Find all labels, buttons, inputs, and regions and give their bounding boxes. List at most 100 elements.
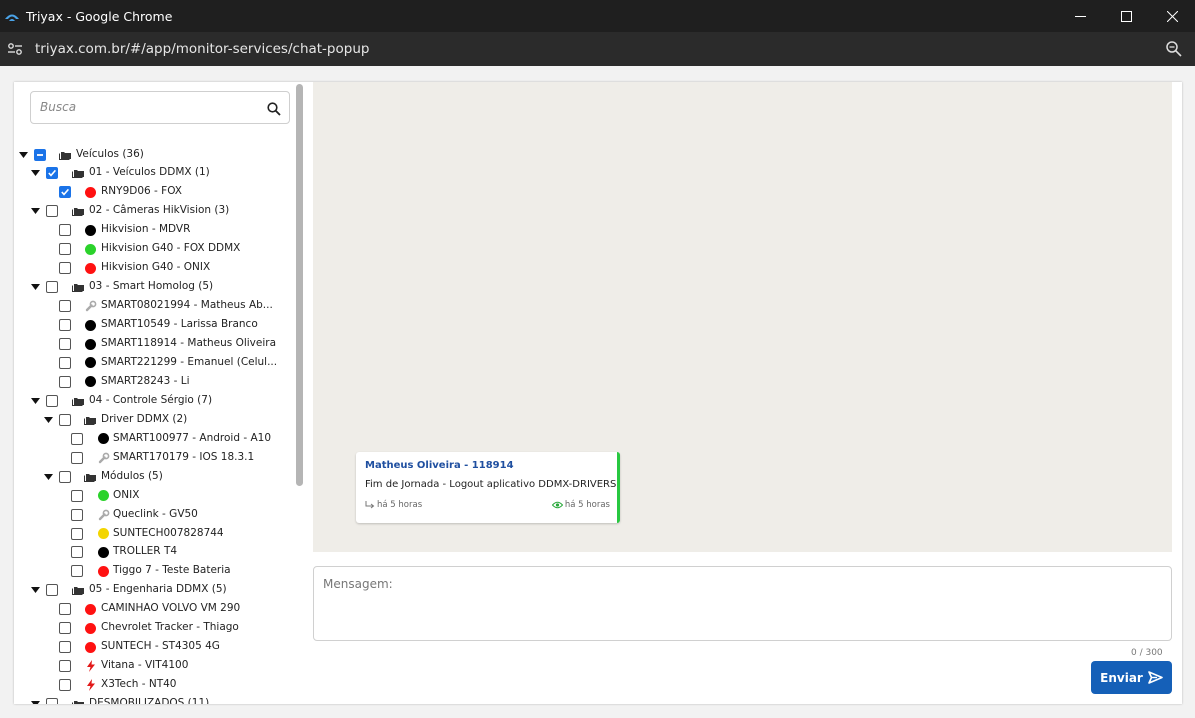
tree-item-label: 03 - Smart Homolog (5) bbox=[89, 280, 214, 293]
expand-arrow-icon[interactable] bbox=[43, 415, 53, 425]
tree-item[interactable]: RNY9D06 - FOX bbox=[14, 183, 294, 202]
tree-item[interactable]: SMART10549 - Larissa Branco bbox=[14, 316, 294, 335]
tree-item-checkbox[interactable] bbox=[59, 375, 71, 388]
tree-item[interactable]: 02 - Câmeras HikVision (3) bbox=[14, 202, 294, 221]
tree-item[interactable]: 03 - Smart Homolog (5) bbox=[14, 278, 294, 297]
expand-arrow-icon[interactable] bbox=[30, 585, 40, 595]
site-settings-icon bbox=[8, 43, 22, 55]
zoom-icon[interactable] bbox=[1165, 40, 1183, 58]
tree-item-checkbox[interactable] bbox=[59, 319, 71, 332]
tree-item-checkbox[interactable] bbox=[59, 679, 71, 692]
tree-item-checkbox[interactable] bbox=[59, 300, 71, 313]
tree-item[interactable]: SMART221299 - Emanuel (Celul... bbox=[14, 353, 294, 372]
tree-item[interactable]: Módulos (5) bbox=[14, 467, 294, 486]
url-text[interactable]: triyax.com.br/#/app/monitor-services/cha… bbox=[35, 41, 369, 57]
tree-item-checkbox[interactable] bbox=[59, 243, 71, 256]
folder-icon bbox=[72, 282, 85, 293]
tree-item[interactable]: 05 - Engenharia DDMX (5) bbox=[14, 581, 294, 600]
tree-item-checkbox[interactable] bbox=[59, 641, 71, 654]
tree-item[interactable]: X3Tech - NT40 bbox=[14, 676, 294, 695]
site-info-button[interactable] bbox=[5, 39, 25, 59]
search-icon[interactable] bbox=[267, 102, 281, 116]
tree-item-checkbox[interactable] bbox=[71, 451, 83, 464]
minimize-button[interactable] bbox=[1057, 0, 1103, 32]
tree-item-label: Queclink - GV50 bbox=[113, 507, 198, 520]
tree-item[interactable]: ONIX bbox=[14, 486, 294, 505]
tree-item-checkbox[interactable] bbox=[46, 394, 58, 407]
status-dot-red-icon bbox=[84, 186, 97, 198]
status-dot-green-icon bbox=[97, 490, 110, 502]
lightning-icon bbox=[84, 660, 97, 673]
tree-item[interactable]: SUNTECH007828744 bbox=[14, 524, 294, 543]
tree-item[interactable]: SMART100977 - Android - A10 bbox=[14, 429, 294, 448]
folder-icon bbox=[72, 699, 85, 704]
minimize-icon bbox=[1074, 15, 1086, 17]
tree-item-checkbox[interactable] bbox=[59, 622, 71, 635]
tree-item-checkbox[interactable] bbox=[46, 584, 58, 597]
tree-item[interactable]: Hikvision G40 - ONIX bbox=[14, 259, 294, 278]
tree-item-checkbox[interactable] bbox=[46, 281, 58, 294]
expand-arrow-icon[interactable] bbox=[30, 699, 40, 704]
tree-item[interactable]: SUNTECH - ST4305 4G bbox=[14, 638, 294, 657]
tree-item-checkbox[interactable] bbox=[46, 698, 58, 704]
tree-item[interactable]: Veículos (36) bbox=[14, 145, 294, 164]
expand-arrow-icon[interactable] bbox=[18, 150, 28, 160]
tree-item-checkbox[interactable] bbox=[71, 489, 83, 502]
tree-item[interactable]: 01 - Veículos DDMX (1) bbox=[14, 164, 294, 183]
tree-item[interactable]: SMART118914 - Matheus Oliveira bbox=[14, 335, 294, 354]
send-button[interactable]: Enviar bbox=[1091, 661, 1172, 694]
tree-item-label: 05 - Engenharia DDMX (5) bbox=[89, 583, 227, 596]
tree-item-checkbox[interactable] bbox=[71, 508, 83, 521]
tree-item-label: X3Tech - NT40 bbox=[101, 678, 177, 691]
expand-arrow-icon[interactable] bbox=[43, 472, 53, 482]
expand-arrow-icon[interactable] bbox=[30, 282, 40, 292]
folder-icon bbox=[72, 168, 85, 179]
expand-arrow-icon[interactable] bbox=[30, 168, 40, 178]
tree-item-checkbox[interactable] bbox=[46, 205, 58, 218]
search-input[interactable] bbox=[40, 100, 260, 114]
tree-item-checkbox[interactable] bbox=[71, 432, 83, 445]
tree-item-checkbox[interactable] bbox=[59, 470, 71, 483]
tree-item[interactable]: 04 - Controle Sérgio (7) bbox=[14, 391, 294, 410]
search-box bbox=[30, 91, 290, 124]
tree-item-checkbox[interactable] bbox=[46, 167, 58, 180]
tree-item[interactable]: Hikvision - MDVR bbox=[14, 221, 294, 240]
tree-item-checkbox[interactable] bbox=[34, 148, 46, 161]
tree-item-checkbox[interactable] bbox=[59, 413, 71, 426]
tree-item[interactable]: Tiggo 7 - Teste Bateria bbox=[14, 562, 294, 581]
read-time-label: há 5 horas bbox=[564, 500, 610, 510]
tree-item[interactable]: SMART170179 - IOS 18.3.1 bbox=[14, 448, 294, 467]
browser-titlebar: Triyax - Google Chrome bbox=[0, 0, 1195, 32]
close-button[interactable] bbox=[1149, 0, 1195, 32]
expand-arrow-icon[interactable] bbox=[30, 396, 40, 406]
chat-message: Matheus Oliveira - 118914 Fim de Jornada… bbox=[356, 452, 620, 523]
tree-item-checkbox[interactable] bbox=[71, 527, 83, 540]
tree-item-checkbox[interactable] bbox=[71, 565, 83, 578]
tree-item-label: Driver DDMX (2) bbox=[101, 412, 188, 425]
tree-item[interactable]: SMART08021994 - Matheus Ab... bbox=[14, 297, 294, 316]
tree-item[interactable]: Chevrolet Tracker - Thiago bbox=[14, 619, 294, 638]
tree-item-checkbox[interactable] bbox=[59, 262, 71, 275]
tree-item[interactable]: Driver DDMX (2) bbox=[14, 410, 294, 429]
sidebar-scrollbar[interactable] bbox=[296, 84, 303, 486]
expand-arrow-icon[interactable] bbox=[30, 206, 40, 216]
tree-item[interactable]: Hikvision G40 - FOX DDMX bbox=[14, 240, 294, 259]
folder-icon bbox=[72, 206, 85, 217]
tree-item-checkbox[interactable] bbox=[59, 338, 71, 350]
maximize-button[interactable] bbox=[1103, 0, 1149, 32]
tree-item[interactable]: SMART28243 - Li bbox=[14, 372, 294, 391]
tree-item-checkbox[interactable] bbox=[59, 356, 71, 369]
tree-item[interactable]: Queclink - GV50 bbox=[14, 505, 294, 524]
tree-item[interactable]: TROLLER T4 bbox=[14, 543, 294, 562]
tree-item-checkbox[interactable] bbox=[59, 224, 71, 237]
tree-item-checkbox[interactable] bbox=[59, 186, 71, 199]
tree-item-checkbox[interactable] bbox=[71, 546, 83, 559]
tree-item[interactable]: Vitana - VIT4100 bbox=[14, 657, 294, 676]
tree-item-checkbox[interactable] bbox=[59, 660, 71, 673]
tree-item[interactable]: DESMOBILIZADOS (11) bbox=[14, 695, 294, 704]
tree-item[interactable]: CAMINHÃO VOLVO VM 290 bbox=[14, 600, 294, 619]
message-input[interactable] bbox=[323, 577, 1153, 633]
tree-item-label: Hikvision G40 - FOX DDMX bbox=[101, 242, 241, 255]
tree-item-checkbox[interactable] bbox=[59, 603, 71, 616]
chat-popup: Veículos (36) 01 - Veículos DDMX (1) RNY9D… bbox=[14, 82, 1182, 704]
